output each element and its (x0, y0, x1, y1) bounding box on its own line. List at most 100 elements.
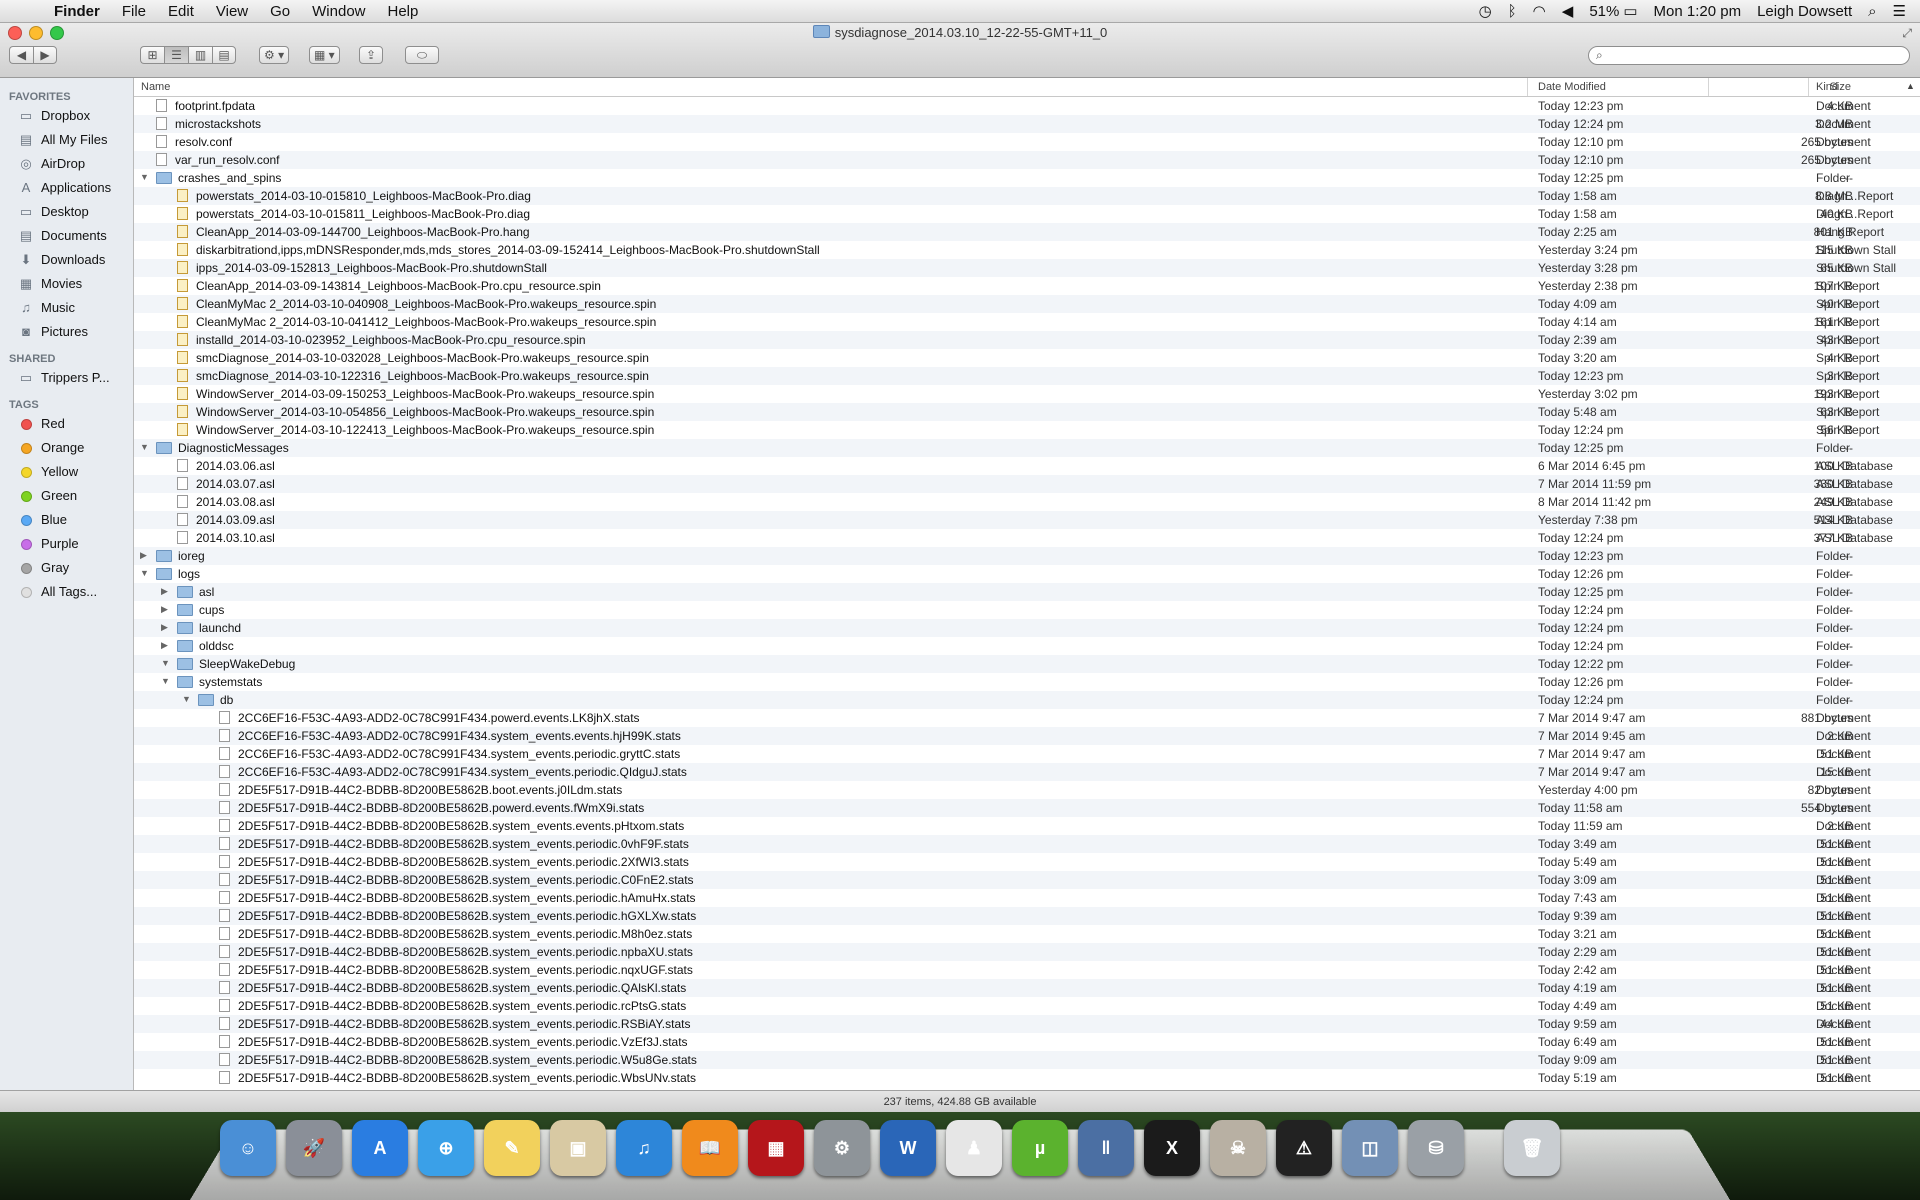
sidebar-tag[interactable]: All Tags... (0, 580, 133, 604)
file-row[interactable]: 2DE5F517-D91B-44C2-BDBB-8D200BE5862B.sys… (134, 1015, 1920, 1033)
search-field[interactable]: ⌕ (1588, 46, 1910, 65)
photo-booth-icon[interactable]: ▦ (748, 1120, 804, 1176)
sidebar-item[interactable]: ⬇ Downloads (0, 248, 133, 272)
disclosure-closed-icon[interactable]: ▶ (161, 586, 171, 597)
menu-edit[interactable]: Edit (168, 3, 194, 20)
column-divider[interactable] (1808, 78, 1809, 96)
disclosure-closed-icon[interactable]: ▶ (161, 622, 171, 633)
menu-window[interactable]: Window (312, 3, 365, 20)
file-row[interactable]: 2DE5F517-D91B-44C2-BDBB-8D200BE5862B.sys… (134, 889, 1920, 907)
file-row[interactable]: var_run_resolv.conf Today 12:10 pm 265 byt… (134, 151, 1920, 169)
xbmc-icon[interactable]: X (1144, 1120, 1200, 1176)
file-row[interactable]: CleanMyMac 2_2014-03-10-040908_Leighboos… (134, 295, 1920, 313)
folder-row[interactable]: ▼ SleepWakeDebug Today 12:22 pm -- Folder (134, 655, 1920, 673)
column-name-header[interactable]: Name (141, 81, 170, 93)
folder-row[interactable]: ▶ asl Today 12:25 pm -- Folder (134, 583, 1920, 601)
share-button[interactable]: ⇪ (359, 46, 383, 64)
utorrent-icon[interactable]: µ (1012, 1120, 1068, 1176)
folder-row[interactable]: ▼ logs Today 12:26 pm -- Folder (134, 565, 1920, 583)
file-row[interactable]: 2DE5F517-D91B-44C2-BDBB-8D200BE5862B.sys… (134, 925, 1920, 943)
file-row[interactable]: powerstats_2014-03-10-015810_Leighboos-M… (134, 187, 1920, 205)
file-row[interactable]: 2DE5F517-D91B-44C2-BDBB-8D200BE5862B.boo… (134, 781, 1920, 799)
file-row[interactable]: smcDiagnose_2014-03-10-122316_Leighboos-… (134, 367, 1920, 385)
disclosure-closed-icon[interactable]: ▶ (161, 604, 171, 615)
itunes-icon[interactable]: ♫ (616, 1120, 672, 1176)
console-icon[interactable]: ⚠ (1276, 1120, 1332, 1176)
column-view-button[interactable]: ▥ (188, 46, 212, 64)
file-row[interactable]: 2DE5F517-D91B-44C2-BDBB-8D200BE5862B.sys… (134, 817, 1920, 835)
file-row[interactable]: smcDiagnose_2014-03-10-032028_Leighboos-… (134, 349, 1920, 367)
sidebar-tag[interactable]: Blue (0, 508, 133, 532)
battery-icon[interactable]: ▭ (1623, 2, 1637, 20)
sidebar-item[interactable]: ♫ Music (0, 296, 133, 320)
tags-button[interactable]: ⬭ (405, 46, 439, 64)
file-row[interactable]: 2DE5F517-D91B-44C2-BDBB-8D200BE5862B.sys… (134, 835, 1920, 853)
arrange-button[interactable]: ▦ ▾ (309, 46, 340, 64)
ibooks-icon[interactable]: 📖 (682, 1120, 738, 1176)
sidebar-tag[interactable]: Orange (0, 436, 133, 460)
icon-view-button[interactable]: ⊞ (140, 46, 164, 64)
sidebar-item[interactable]: A Applications (0, 176, 133, 200)
menu-view[interactable]: View (216, 3, 248, 20)
file-row[interactable]: 2CC6EF16-F53C-4A93-ADD2-0C78C991F434.sys… (134, 727, 1920, 745)
file-row[interactable]: resolv.conf Today 12:10 pm 265 bytes Docume… (134, 133, 1920, 151)
file-row[interactable]: 2DE5F517-D91B-44C2-BDBB-8D200BE5862B.pow… (134, 799, 1920, 817)
battery-percent[interactable]: 51% (1589, 3, 1619, 20)
sidebar-tag[interactable]: Gray (0, 556, 133, 580)
notification-center-icon[interactable]: ☰ (1893, 2, 1906, 20)
system-preferences-icon[interactable]: ⚙ (814, 1120, 870, 1176)
file-row[interactable]: 2CC6EF16-F53C-4A93-ADD2-0C78C991F434.sys… (134, 763, 1920, 781)
spotlight-icon[interactable]: ⌕ (1868, 3, 1876, 20)
column-kind-header[interactable]: Kind (1816, 81, 1838, 93)
file-row[interactable]: 2DE5F517-D91B-44C2-BDBB-8D200BE5862B.sys… (134, 943, 1920, 961)
file-row[interactable]: 2CC6EF16-F53C-4A93-ADD2-0C78C991F434.sys… (134, 745, 1920, 763)
file-row[interactable]: CleanApp_2014-03-09-143814_Leighboos-Mac… (134, 277, 1920, 295)
safari-icon[interactable]: ⊕ (418, 1120, 474, 1176)
disclosure-open-icon[interactable]: ▼ (161, 676, 171, 686)
photos-icon[interactable]: ◫ (1342, 1120, 1398, 1176)
clock[interactable]: Mon 1:20 pm (1654, 3, 1742, 20)
menu-help[interactable]: Help (388, 3, 419, 20)
folder-row[interactable]: ▶ launchd Today 12:24 pm -- Folder (134, 619, 1920, 637)
sidebar-item[interactable]: ◎ AirDrop (0, 152, 133, 176)
search-input[interactable] (1613, 48, 1897, 64)
file-row[interactable]: powerstats_2014-03-10-015811_Leighboos-M… (134, 205, 1920, 223)
file-row[interactable]: 2DE5F517-D91B-44C2-BDBB-8D200BE5862B.sys… (134, 853, 1920, 871)
file-row[interactable]: 2DE5F517-D91B-44C2-BDBB-8D200BE5862B.sys… (134, 1051, 1920, 1069)
app-store-icon[interactable]: A (352, 1120, 408, 1176)
file-row[interactable]: ipps_2014-03-09-152813_Leighboos-MacBook… (134, 259, 1920, 277)
disk-utility-icon[interactable]: ⛁ (1408, 1120, 1464, 1176)
volume-icon[interactable]: ◀ (1562, 2, 1574, 20)
word-icon[interactable]: W (880, 1120, 936, 1176)
sidebar-item[interactable]: ▦ Movies (0, 272, 133, 296)
sidebar-item[interactable]: ▭ Trippers P... (0, 366, 133, 390)
file-row[interactable]: CleanMyMac 2_2014-03-10-041412_Leighboos… (134, 313, 1920, 331)
sidebar-item[interactable]: ▤ Documents (0, 224, 133, 248)
sidebar-item[interactable]: ◙ Pictures (0, 320, 133, 344)
file-row[interactable]: 2DE5F517-D91B-44C2-BDBB-8D200BE5862B.sys… (134, 907, 1920, 925)
file-row[interactable]: footprint.fpdata Today 12:23 pm 4 KB Docume… (134, 97, 1920, 115)
file-row[interactable]: 2014.03.08.asl 8 Mar 2014 11:42 pm 249 KB A… (134, 493, 1920, 511)
file-row[interactable]: 2DE5F517-D91B-44C2-BDBB-8D200BE5862B.sys… (134, 871, 1920, 889)
folder-row[interactable]: ▼ crashes_and_spins Today 12:25 pm -- Folder (134, 169, 1920, 187)
folder-row[interactable]: ▶ cups Today 12:24 pm -- Folder (134, 601, 1920, 619)
file-row[interactable]: 2014.03.07.asl 7 Mar 2014 11:59 pm 330 KB A… (134, 475, 1920, 493)
column-date-header[interactable]: Date Modified (1538, 81, 1606, 93)
wifi-icon[interactable]: ◠ (1533, 2, 1546, 20)
trash-icon[interactable]: 🗑 (1504, 1120, 1560, 1176)
cover-flow-button[interactable]: ▤ (212, 46, 236, 64)
menu-go[interactable]: Go (270, 3, 290, 20)
folder-row[interactable]: ▶ olddsc Today 12:24 pm -- Folder (134, 637, 1920, 655)
launchpad-icon[interactable]: 🚀 (286, 1120, 342, 1176)
file-row[interactable]: WindowServer_2014-03-10-122413_Leighboos… (134, 421, 1920, 439)
pause-app-icon[interactable]: ‖ (1078, 1120, 1134, 1176)
folder-row[interactable]: ▼ db Today 12:24 pm -- Folder (134, 691, 1920, 709)
file-row[interactable]: installd_2014-03-10-023952_Leighboos-Mac… (134, 331, 1920, 349)
back-button[interactable]: ◀ (9, 46, 33, 64)
file-row[interactable]: WindowServer_2014-03-09-150253_Leighboos… (134, 385, 1920, 403)
file-row[interactable]: 2DE5F517-D91B-44C2-BDBB-8D200BE5862B.sys… (134, 1033, 1920, 1051)
file-row[interactable]: CleanApp_2014-03-09-144700_Leighboos-Mac… (134, 223, 1920, 241)
file-row[interactable]: 2DE5F517-D91B-44C2-BDBB-8D200BE5862B.sys… (134, 1069, 1920, 1087)
fullscreen-button[interactable]: ⤢ (1902, 26, 1912, 41)
menu-file[interactable]: File (122, 3, 146, 20)
